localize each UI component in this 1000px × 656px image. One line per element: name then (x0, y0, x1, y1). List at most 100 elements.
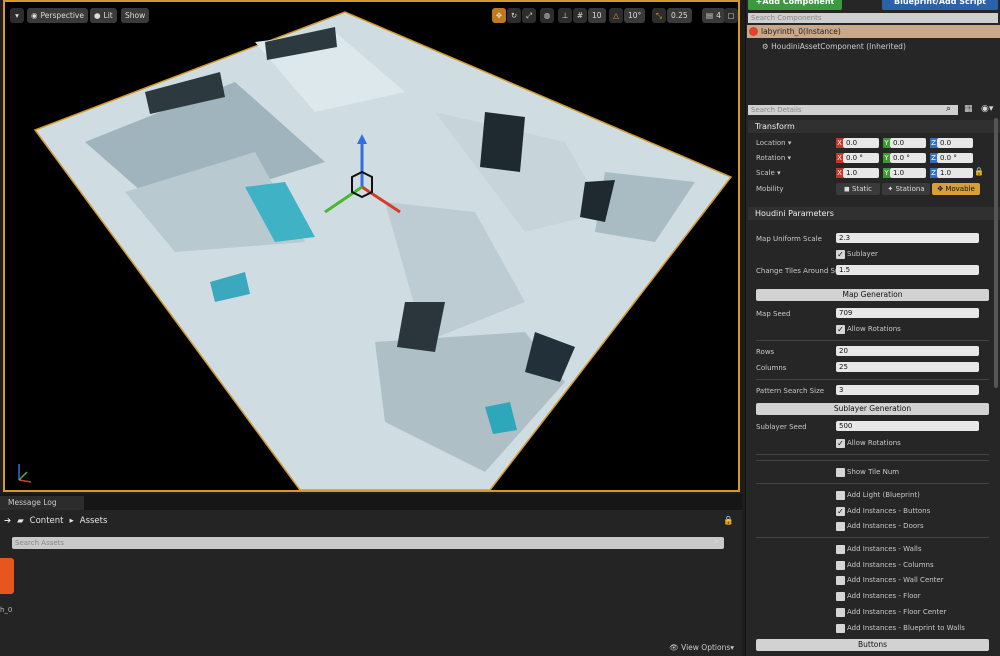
instance-row[interactable]: labyrinth_0(Instance) (747, 25, 1000, 38)
lit-button[interactable]: ● Lit (90, 8, 117, 23)
rotation-snap-value[interactable]: 10° (624, 8, 646, 23)
perspective-button[interactable]: ◉ Perspective (27, 8, 88, 23)
mobility-movable[interactable]: ✥ Movable (932, 183, 980, 195)
columns-label: Columns (756, 364, 787, 372)
add-wall-center-checkbox[interactable] (836, 576, 845, 585)
add-wall-center-label: Add Instances - Wall Center (847, 576, 944, 584)
details-search-input[interactable]: Search Details (748, 105, 958, 115)
rotate-tool-icon[interactable]: ↻ (507, 8, 521, 23)
scale-x-field[interactable]: 1.0 (843, 168, 879, 178)
folder-icon: ▰ (17, 516, 24, 526)
rotation-z-field[interactable]: 0.0 ° (937, 153, 973, 163)
details-panel: +Add Component Blueprint/Add Script Sear… (745, 0, 1000, 656)
pattern-search-label: Pattern Search Size (756, 387, 825, 395)
mobility-static[interactable]: ◼ Static (836, 183, 880, 195)
lock-icon[interactable]: 🔒 (723, 516, 734, 526)
level-viewport[interactable]: ▾ ◉ Perspective ● Lit Show ✥ ↻ ⤢ ◍ ⊥ # 10 … (3, 0, 740, 492)
rotation-x-field[interactable]: 0.0 ° (843, 153, 879, 163)
rotation-label: Rotation ▾ (756, 154, 792, 162)
add-floor-center-checkbox[interactable] (836, 608, 845, 617)
add-walls-label: Add Instances - Walls (847, 545, 922, 553)
search-icon[interactable]: ⌕ (714, 537, 719, 547)
world-space-icon[interactable]: ◍ (540, 8, 554, 23)
camera-speed-icon: ▤ (706, 11, 714, 20)
maximize-viewport-icon[interactable]: ▢ (724, 8, 738, 23)
map-seed-field[interactable]: 709 (836, 308, 979, 318)
add-doors-checkbox[interactable] (836, 522, 845, 531)
add-walls-checkbox[interactable] (836, 545, 845, 554)
search-icon[interactable]: ⌕ (946, 104, 951, 114)
axis-y: Y (883, 153, 890, 163)
sublayer-label: Sublayer (847, 250, 878, 258)
rotation-y-field[interactable]: 0.0 ° (890, 153, 926, 163)
scale-snap-value[interactable]: 0.25 (667, 8, 692, 23)
add-bp-walls-checkbox[interactable] (836, 624, 845, 633)
scale-snap-icon[interactable]: ⤡ (652, 8, 666, 23)
add-bp-walls-label: Add Instances - Blueprint to Walls (847, 624, 965, 632)
allow-rotations-checkbox[interactable]: ✓ (836, 325, 845, 334)
add-component-button[interactable]: +Add Component (748, 0, 842, 10)
change-tiles-field[interactable]: 1.5 (836, 265, 979, 275)
axis-z: Z (930, 153, 937, 163)
sublayer-seed-label: Sublayer Seed (756, 423, 807, 431)
component-row[interactable]: ⚙ HoudiniAssetComponent (Inherited) (762, 42, 906, 51)
sublayer-seed-field[interactable]: 500 (836, 421, 979, 431)
add-buttons-label: Add Instances - Buttons (847, 507, 931, 515)
map-uniform-scale-field[interactable]: 2.3 (836, 233, 979, 243)
blueprint-add-script-button[interactable]: Blueprint/Add Script (882, 0, 998, 10)
lock-scale-icon[interactable]: 🔒 (974, 167, 984, 176)
scale-y-field[interactable]: 1.0 (890, 168, 926, 178)
location-x-field[interactable]: 0.0 (843, 138, 879, 148)
show-label: Show (125, 11, 146, 20)
add-light-checkbox[interactable] (836, 491, 845, 500)
columns-field[interactable]: 25 (836, 362, 979, 372)
component-label: HoudiniAssetComponent (Inherited) (771, 42, 906, 51)
rows-field[interactable]: 20 (836, 346, 979, 356)
add-floor-center-label: Add Instances - Floor Center (847, 608, 947, 616)
camera-speed-button[interactable]: ▤ 4 (702, 8, 725, 23)
change-tiles-label: Change Tiles Around Su (756, 267, 840, 275)
eye-icon[interactable]: ◉▾ (981, 104, 993, 114)
map-generation-button[interactable]: Map Generation (756, 289, 989, 301)
show-tile-num-checkbox[interactable] (836, 468, 845, 477)
component-search-input[interactable]: Search Components (748, 13, 998, 23)
rotation-snap-icon[interactable]: △ (609, 8, 623, 23)
details-scrollbar[interactable] (994, 118, 998, 388)
add-columns-checkbox[interactable] (836, 561, 845, 570)
show-button[interactable]: Show (121, 8, 150, 23)
pattern-search-field[interactable]: 3 (836, 385, 979, 395)
translate-tool-icon[interactable]: ✥ (492, 8, 506, 23)
surface-snap-icon[interactable]: ⊥ (558, 8, 572, 23)
add-buttons-checkbox[interactable]: ✓ (836, 507, 845, 516)
breadcrumb-content[interactable]: Content (30, 516, 64, 526)
tab-message-log[interactable]: Message Log (0, 496, 84, 510)
breadcrumb: ➔ ▰ Content ▸ Assets 🔒 (0, 512, 742, 530)
grid-snap-icon[interactable]: # (573, 8, 587, 23)
lit-sphere-icon: ● (94, 11, 101, 20)
scale-z-field[interactable]: 1.0 (937, 168, 973, 178)
buttons-section-button[interactable]: Buttons (756, 639, 989, 651)
tab-message-log-label: Message Log (8, 498, 57, 507)
asset-thumbnail[interactable] (0, 558, 14, 594)
view-options-button[interactable]: 👁 View Options▾ (669, 643, 734, 652)
property-matrix-icon[interactable]: ▦ (964, 104, 973, 114)
add-floor-checkbox[interactable] (836, 592, 845, 601)
mobility-stationary[interactable]: ✦ Stationa (882, 183, 930, 195)
lit-label: Lit (103, 11, 113, 20)
sublayer-generation-button[interactable]: Sublayer Generation (756, 403, 989, 415)
grid-snap-value[interactable]: 10 (588, 8, 606, 23)
forward-arrow-icon[interactable]: ➔ (4, 516, 11, 526)
breadcrumb-assets[interactable]: Assets (80, 516, 108, 526)
houdini-parameters-section[interactable]: Houdini Parameters (748, 207, 1000, 220)
asset-search-input[interactable]: Search Assets (12, 537, 724, 549)
transform-section[interactable]: Transform (748, 120, 1000, 133)
viewport-menu-button[interactable]: ▾ (10, 8, 24, 23)
location-z-field[interactable]: 0.0 (937, 138, 973, 148)
add-light-label: Add Light (Blueprint) (847, 491, 920, 499)
location-y-field[interactable]: 0.0 (890, 138, 926, 148)
sublayer-checkbox[interactable]: ✓ (836, 250, 845, 259)
allow-rotations-2-checkbox[interactable]: ✓ (836, 439, 845, 448)
chevron-right-icon: ▸ (69, 516, 74, 526)
view-options-label: View Options (681, 643, 731, 652)
scale-tool-icon[interactable]: ⤢ (522, 8, 536, 23)
